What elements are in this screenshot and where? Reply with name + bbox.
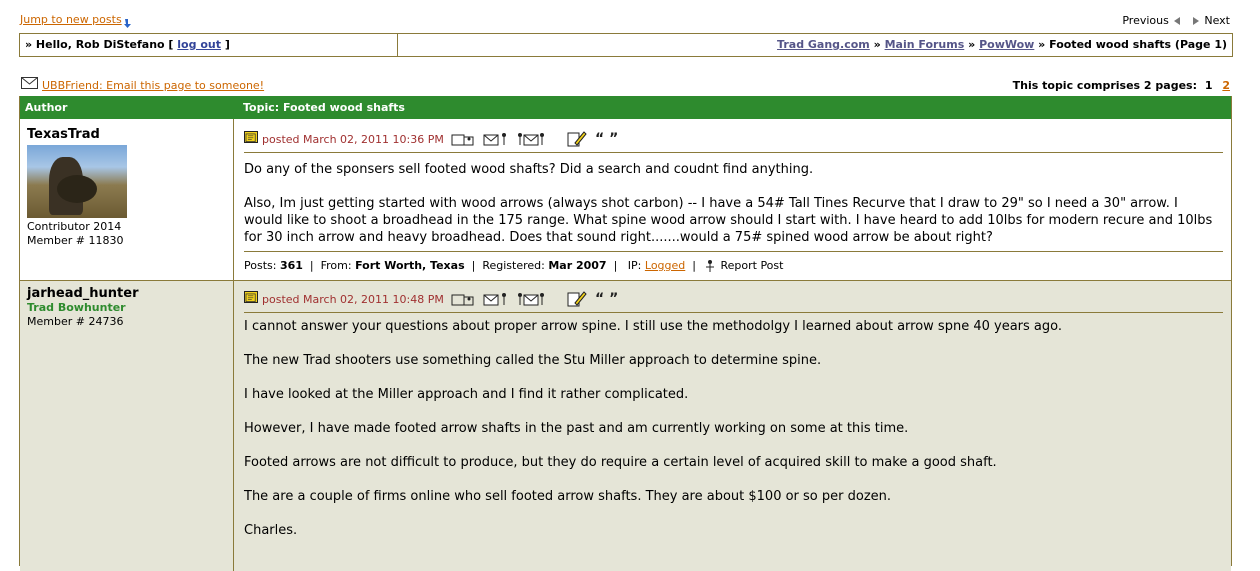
quote-icon[interactable]: “ ” xyxy=(595,292,618,306)
report-post-icon[interactable] xyxy=(703,259,717,273)
arrow-down-icon[interactable] xyxy=(122,17,134,29)
post-content-cell: posted March 02, 2011 10:36 PM “ ” Do an… xyxy=(233,119,1231,280)
breadcrumb-powwow[interactable]: PowWow xyxy=(979,38,1034,51)
edit-icon[interactable] xyxy=(567,291,587,307)
location: Fort Worth, Texas xyxy=(355,259,465,272)
breadcrumb: Trad Gang.com » Main Forums » PowWow » F… xyxy=(777,38,1227,51)
avatar xyxy=(27,145,127,218)
post-date: posted March 02, 2011 10:36 PM xyxy=(262,133,444,146)
member-number: Member # 24736 xyxy=(27,315,124,328)
post-author-cell: jarhead_hunter Trad Bowhunter Member # 2… xyxy=(20,281,234,571)
welcome-bar: » Hello, Rob DiStefano [ log out ] Trad … xyxy=(19,33,1233,57)
post-header: posted March 02, 2011 10:48 PM “ ” xyxy=(244,291,1223,313)
post-icon xyxy=(244,131,258,143)
member-number: Member # 11830 xyxy=(27,234,124,247)
next-link[interactable]: Next xyxy=(1204,14,1230,27)
username[interactable]: jarhead_hunter xyxy=(27,286,139,301)
post-date: posted March 02, 2011 10:48 PM xyxy=(262,293,444,306)
page-count: This topic comprises 2 pages: 1 2 xyxy=(1012,79,1230,92)
username[interactable]: TexasTrad xyxy=(27,127,100,142)
profile-icon[interactable] xyxy=(451,132,475,146)
breadcrumb-current: Footed wood shafts (Page 1) xyxy=(1049,38,1227,51)
post-body: I cannot answer your questions about pro… xyxy=(244,319,1062,538)
post-author-cell: TexasTrad Contributor 2014 Member # 1183… xyxy=(20,119,234,280)
next-arrow-icon[interactable] xyxy=(1192,17,1199,25)
user-rank: Contributor 2014 xyxy=(27,220,122,233)
post-footer: Posts: 361 | From: Fort Worth, Texas | R… xyxy=(244,251,1223,273)
user-title: Trad Bowhunter xyxy=(27,301,126,314)
email-user-icon[interactable] xyxy=(483,292,509,306)
jump-to-new-posts-link[interactable]: Jump to new posts xyxy=(20,13,122,26)
page-1: 1 xyxy=(1204,79,1213,92)
post-content-cell: posted March 02, 2011 10:48 PM “ ” I can… xyxy=(233,281,1231,571)
breadcrumb-main-forums[interactable]: Main Forums xyxy=(885,38,965,51)
post-count: 361 xyxy=(279,259,303,272)
post-header: posted March 02, 2011 10:36 PM “ ” xyxy=(244,131,1223,153)
logout-link[interactable]: log out xyxy=(177,38,221,51)
topic-header: Topic: Footed wood shafts xyxy=(243,101,405,114)
profile-icon[interactable] xyxy=(451,292,475,306)
thread-table: Author Topic: Footed wood shafts TexasTr… xyxy=(19,96,1232,571)
table-header: Author Topic: Footed wood shafts xyxy=(20,96,1231,119)
page-2-link[interactable]: 2 xyxy=(1222,79,1230,92)
report-post-link[interactable]: Report Post xyxy=(720,259,783,272)
edit-icon[interactable] xyxy=(567,131,587,147)
prev-next-nav: Previous Next xyxy=(1122,14,1230,27)
breadcrumb-tradgang[interactable]: Trad Gang.com xyxy=(777,38,870,51)
registered-date: Mar 2007 xyxy=(548,259,607,272)
previous-link[interactable]: Previous xyxy=(1122,14,1169,27)
welcome-text: » Hello, Rob DiStefano [ log out ] xyxy=(20,34,398,56)
email-icon[interactable] xyxy=(21,77,38,89)
private-message-icon[interactable] xyxy=(517,132,545,146)
post-body: Do any of the sponsers sell footed wood … xyxy=(244,162,1213,245)
previous-arrow-icon[interactable] xyxy=(1174,17,1181,25)
ip-logged-link[interactable]: Logged xyxy=(645,259,685,272)
author-header: Author xyxy=(25,101,68,114)
post-icon xyxy=(244,291,258,303)
email-user-icon[interactable] xyxy=(483,132,509,146)
post: TexasTrad Contributor 2014 Member # 1183… xyxy=(20,119,1231,281)
quote-icon[interactable]: “ ” xyxy=(595,132,618,146)
post: jarhead_hunter Trad Bowhunter Member # 2… xyxy=(20,281,1231,571)
ubbfriend-email-link[interactable]: UBBFriend: Email this page to someone! xyxy=(42,79,264,92)
private-message-icon[interactable] xyxy=(517,292,545,306)
